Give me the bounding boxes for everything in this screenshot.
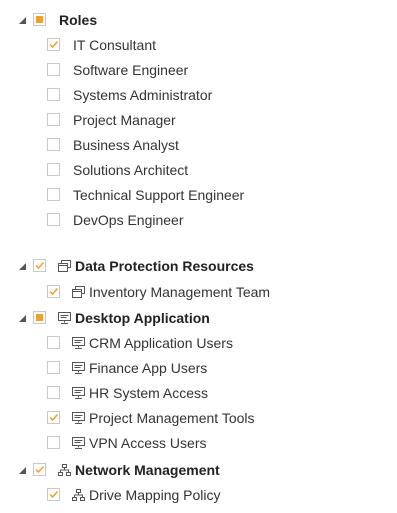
group-label: Desktop Application: [75, 310, 210, 326]
desktop-app-icon: [57, 311, 72, 325]
tree-item-vpn-access-users[interactable]: VPN Access Users: [0, 431, 397, 455]
group-label: Data Protection Resources: [75, 258, 254, 274]
tree-item-project-manager[interactable]: Project Manager: [0, 108, 397, 132]
checkbox-checked[interactable]: [33, 463, 46, 476]
item-label: Software Engineer: [73, 62, 189, 78]
checkbox-partial[interactable]: [33, 311, 46, 324]
tree-group-roles[interactable]: Roles: [0, 8, 397, 32]
item-label: CRM Application Users: [89, 335, 233, 351]
desktop-app-icon: [71, 411, 86, 425]
checkbox[interactable]: [47, 63, 60, 76]
desktop-app-icon: [71, 386, 86, 400]
desktop-app-icon: [71, 361, 86, 375]
tree-item-inventory-management-team[interactable]: Inventory Management Team: [0, 280, 397, 304]
checkbox[interactable]: [47, 361, 60, 374]
checkbox[interactable]: [47, 436, 60, 449]
collapse-arrow-icon[interactable]: [18, 466, 26, 474]
collapse-arrow-icon[interactable]: [18, 16, 26, 24]
item-label: Project Management Tools: [89, 410, 255, 426]
stacked-windows-icon: [71, 285, 86, 299]
checkbox-partial[interactable]: [33, 13, 46, 26]
tree-group-data-protection-resources[interactable]: Data Protection Resources: [0, 254, 397, 278]
checkbox[interactable]: [47, 386, 60, 399]
tree-item-it-consultant[interactable]: IT Consultant: [0, 33, 397, 57]
item-label: Drive Mapping Policy: [89, 487, 221, 503]
item-label: Project Manager: [73, 112, 176, 128]
tree-item-finance-app-users[interactable]: Finance App Users: [0, 356, 397, 380]
desktop-app-icon: [71, 336, 86, 350]
item-label: Technical Support Engineer: [73, 187, 245, 203]
checkbox[interactable]: [47, 88, 60, 101]
tree-item-drive-mapping-policy[interactable]: Drive Mapping Policy: [0, 483, 397, 507]
item-label: Business Analyst: [73, 137, 179, 153]
checkbox-checked[interactable]: [47, 285, 60, 298]
tree-item-solutions-architect[interactable]: Solutions Architect: [0, 158, 397, 182]
tree-item-technical-support-engineer[interactable]: Technical Support Engineer: [0, 183, 397, 207]
checkbox[interactable]: [47, 188, 60, 201]
group-label: Roles: [59, 12, 98, 28]
checkbox-checked[interactable]: [47, 488, 60, 501]
item-label: Solutions Architect: [73, 162, 189, 178]
desktop-app-icon: [71, 436, 86, 450]
checkbox[interactable]: [47, 213, 60, 226]
item-label: HR System Access: [89, 385, 209, 401]
tree-item-project-management-tools[interactable]: Project Management Tools: [0, 406, 397, 430]
group-label: Network Management: [75, 462, 220, 478]
tree-item-crm-application-users[interactable]: CRM Application Users: [0, 331, 397, 355]
tree-item-systems-administrator[interactable]: Systems Administrator: [0, 83, 397, 107]
tree-item-software-engineer[interactable]: Software Engineer: [0, 58, 397, 82]
tree-group-desktop-application[interactable]: Desktop Application: [0, 306, 397, 330]
item-label: Systems Administrator: [73, 87, 213, 103]
checkbox-checked[interactable]: [47, 411, 60, 424]
tree-group-network-management[interactable]: Network Management: [0, 458, 397, 482]
item-label: DevOps Engineer: [73, 212, 184, 228]
collapse-arrow-icon[interactable]: [18, 262, 26, 270]
stacked-windows-icon: [57, 259, 72, 273]
item-label: IT Consultant: [73, 37, 157, 53]
tree-item-business-analyst[interactable]: Business Analyst: [0, 133, 397, 157]
item-label: VPN Access Users: [89, 435, 207, 451]
checkbox-checked[interactable]: [33, 259, 46, 272]
tree-item-hr-system-access[interactable]: HR System Access: [0, 381, 397, 405]
item-label: Inventory Management Team: [89, 284, 271, 300]
checkbox[interactable]: [47, 138, 60, 151]
checkbox-checked[interactable]: [47, 38, 60, 51]
collapse-arrow-icon[interactable]: [18, 314, 26, 322]
tree-item-devops-engineer[interactable]: DevOps Engineer: [0, 208, 397, 232]
checkbox[interactable]: [47, 163, 60, 176]
network-icon: [57, 463, 72, 477]
network-icon: [71, 488, 86, 502]
item-label: Finance App Users: [89, 360, 208, 376]
checkbox[interactable]: [47, 113, 60, 126]
checkbox[interactable]: [47, 336, 60, 349]
